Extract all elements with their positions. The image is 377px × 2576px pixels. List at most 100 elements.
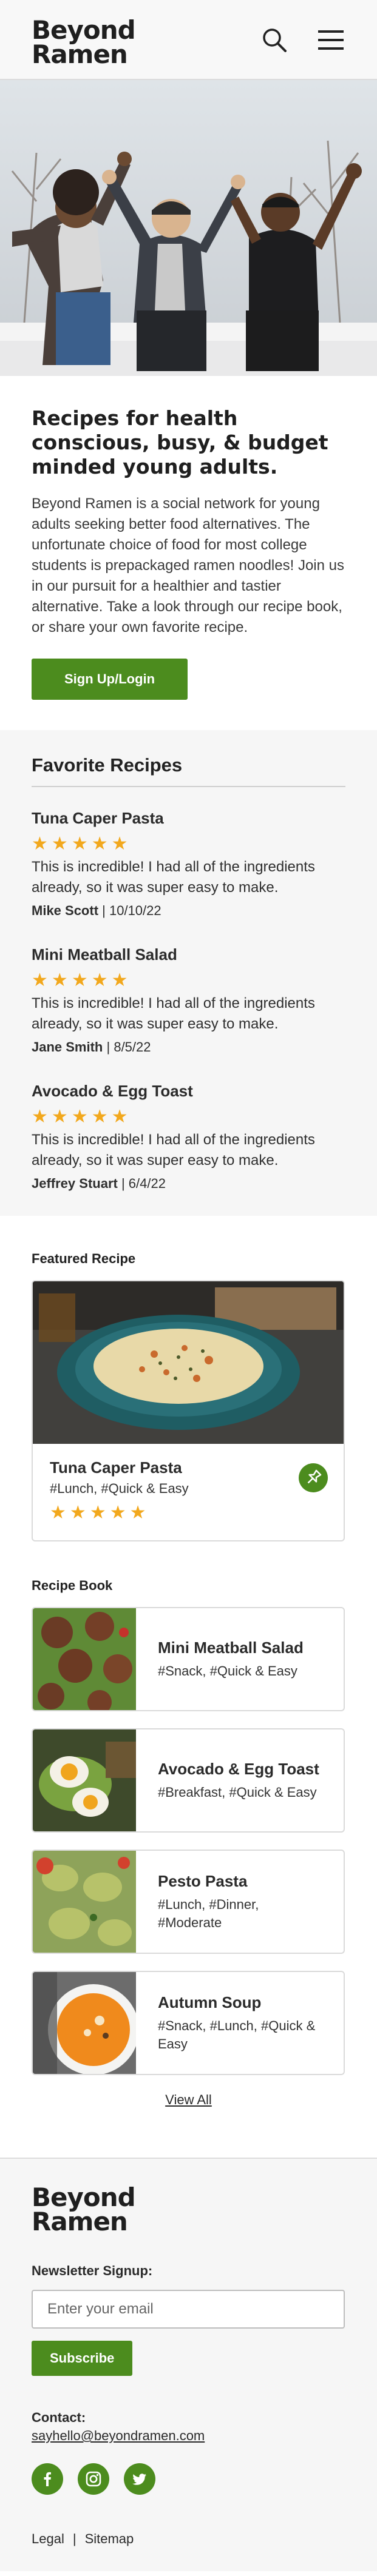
- featured-recipe-name: Tuna Caper Pasta: [50, 1458, 182, 1477]
- star-rating: ★ ★ ★ ★ ★: [50, 1503, 327, 1523]
- footer-link-separator: |: [72, 2531, 76, 2546]
- review-meta: Jane Smith | 8/5/22: [32, 1039, 345, 1055]
- star-icon: ★: [32, 834, 48, 854]
- star-icon: ★: [32, 970, 48, 990]
- review-date: | 10/10/22: [102, 903, 161, 918]
- intro-section: Recipes for health conscious, busy, & bu…: [0, 376, 377, 730]
- site-logo[interactable]: Beyond Ramen: [32, 15, 136, 69]
- instagram-icon: [86, 2471, 101, 2487]
- facebook-link[interactable]: [32, 2463, 63, 2495]
- pin-icon: [307, 1469, 322, 1484]
- recipe-card-tags: #Snack, #Lunch, #Quick & Easy: [158, 2018, 316, 2051]
- recipe-book-title: Recipe Book: [32, 1578, 113, 1593]
- facebook-icon: [44, 2472, 51, 2486]
- star-icon: ★: [109, 1503, 126, 1523]
- contact-email-link[interactable]: sayhello@beyondramen.com: [32, 2428, 205, 2444]
- recipe-card-name: Autumn Soup: [158, 1993, 262, 2011]
- recipe-card-tags: #Snack, #Quick & Easy: [158, 1663, 297, 1679]
- recipe-card[interactable]: Pesto Pasta #Lunch, #Dinner, #Moderate: [32, 1850, 345, 1954]
- recipe-card-info: Avocado & Egg Toast #Breakfast, #Quick &…: [136, 1729, 341, 1831]
- site-footer: Beyond Ramen Newsletter Signup: Subscrib…: [0, 2158, 377, 2571]
- star-icon: ★: [91, 970, 108, 990]
- review-recipe-name[interactable]: Tuna Caper Pasta: [32, 809, 345, 828]
- search-button[interactable]: [261, 27, 288, 53]
- star-icon: ★: [71, 1107, 88, 1127]
- review-author: Mike Scott: [32, 903, 99, 918]
- star-icon: ★: [91, 1107, 108, 1127]
- star-rating: ★ ★ ★ ★ ★: [32, 834, 345, 854]
- review-item: Avocado & Egg Toast ★ ★ ★ ★ ★ This is incred…: [32, 1082, 345, 1192]
- featured-recipe-card[interactable]: Tuna Caper Pasta #Lunch, #Quick & Easy ★…: [32, 1280, 345, 1541]
- contact-label: Contact:: [32, 2410, 86, 2425]
- star-icon: ★: [89, 1503, 106, 1523]
- intro-body: Beyond Ramen is a social network for you…: [32, 495, 344, 636]
- star-icon: ★: [32, 1107, 48, 1127]
- subscribe-button[interactable]: Subscribe: [32, 2341, 133, 2376]
- menu-button[interactable]: [317, 28, 345, 52]
- footer-links: Legal | Sitemap: [32, 2531, 345, 2547]
- star-icon: ★: [71, 970, 88, 990]
- view-all-link[interactable]: View All: [32, 2092, 345, 2108]
- star-icon: ★: [51, 834, 68, 854]
- twitter-icon: [132, 2474, 146, 2485]
- star-icon: ★: [71, 834, 88, 854]
- review-text: This is incredible! I had all of the ing…: [32, 1132, 315, 1169]
- star-rating: ★ ★ ★ ★ ★: [32, 1107, 345, 1127]
- recipe-book-section: Recipe Book Mini Meatball Salad #Snack, …: [0, 1566, 377, 2132]
- review-date: | 8/5/22: [106, 1039, 151, 1055]
- footer-logo[interactable]: Beyond Ramen: [32, 2182, 345, 2236]
- recipe-thumbnail: [33, 1729, 136, 1831]
- recipe-thumbnail: [33, 1608, 136, 1710]
- recipe-card[interactable]: Autumn Soup #Snack, #Lunch, #Quick & Eas…: [32, 1971, 345, 2075]
- star-icon: ★: [111, 1107, 128, 1127]
- hero-image: [0, 80, 377, 376]
- recipe-card-name: Mini Meatball Salad: [158, 1638, 304, 1657]
- favorite-recipes-section: Favorite Recipes Tuna Caper Pasta ★ ★ ★ ★ ★ …: [0, 730, 377, 1216]
- star-icon: ★: [69, 1503, 86, 1523]
- review-meta: Mike Scott | 10/10/22: [32, 903, 345, 919]
- featured-recipe-tags: #Lunch, #Quick & Easy: [50, 1481, 189, 1496]
- recipe-card-name: Pesto Pasta: [158, 1871, 248, 1890]
- recipe-card[interactable]: Avocado & Egg Toast #Breakfast, #Quick &…: [32, 1728, 345, 1833]
- review-recipe-name[interactable]: Avocado & Egg Toast: [32, 1082, 345, 1101]
- newsletter-email-input[interactable]: [32, 2290, 345, 2329]
- recipe-card-info: Pesto Pasta #Lunch, #Dinner, #Moderate: [136, 1851, 344, 1953]
- recipe-card-tags: #Lunch, #Dinner, #Moderate: [158, 1896, 259, 1930]
- review-item: Mini Meatball Salad ★ ★ ★ ★ ★ This is incred…: [32, 945, 345, 1055]
- recipe-card-info: Mini Meatball Salad #Snack, #Quick & Eas…: [136, 1608, 325, 1710]
- review-author: Jeffrey Stuart: [32, 1176, 118, 1191]
- sitemap-link[interactable]: Sitemap: [85, 2531, 134, 2546]
- signup-login-button[interactable]: Sign Up/Login: [32, 659, 188, 700]
- review-item: Tuna Caper Pasta ★ ★ ★ ★ ★ This is incredibl…: [32, 809, 345, 919]
- star-icon: ★: [51, 970, 68, 990]
- recipe-card[interactable]: Mini Meatball Salad #Snack, #Quick & Eas…: [32, 1607, 345, 1711]
- featured-recipe-image: [33, 1281, 344, 1444]
- star-icon: ★: [129, 1503, 146, 1523]
- recipe-card-info: Autumn Soup #Snack, #Lunch, #Quick & Eas…: [136, 1972, 344, 2074]
- review-meta: Jeffrey Stuart | 6/4/22: [32, 1176, 345, 1192]
- favorites-title: Favorite Recipes: [32, 754, 345, 787]
- review-text: This is incredible! I had all of the ing…: [32, 859, 315, 896]
- social-links: [32, 2463, 345, 2495]
- newsletter-label: Newsletter Signup:: [32, 2263, 153, 2278]
- star-icon: ★: [111, 970, 128, 990]
- star-icon: ★: [50, 1503, 66, 1523]
- legal-link[interactable]: Legal: [32, 2531, 64, 2546]
- hamburger-menu-icon: [318, 30, 344, 50]
- search-icon: [263, 29, 287, 52]
- featured-recipe-section: Featured Recipe Tuna Caper Pasta #Lunch,…: [0, 1216, 377, 1566]
- intro-heading: Recipes for health conscious, busy, & bu…: [32, 406, 328, 478]
- logo-line-1: Beyond: [32, 15, 136, 45]
- review-text: This is incredible! I had all of the ing…: [32, 995, 315, 1032]
- star-rating: ★ ★ ★ ★ ★: [32, 970, 345, 991]
- logo-line-2: Ramen: [32, 39, 128, 69]
- pin-recipe-button[interactable]: [299, 1463, 328, 1492]
- footer-logo-line-2: Ramen: [32, 2207, 128, 2236]
- footer-logo-line-1: Beyond: [32, 2182, 136, 2212]
- site-header: Beyond Ramen: [0, 0, 377, 80]
- review-recipe-name[interactable]: Mini Meatball Salad: [32, 945, 345, 964]
- instagram-link[interactable]: [78, 2463, 109, 2495]
- star-icon: ★: [51, 1107, 68, 1127]
- star-icon: ★: [91, 834, 108, 854]
- twitter-link[interactable]: [124, 2463, 155, 2495]
